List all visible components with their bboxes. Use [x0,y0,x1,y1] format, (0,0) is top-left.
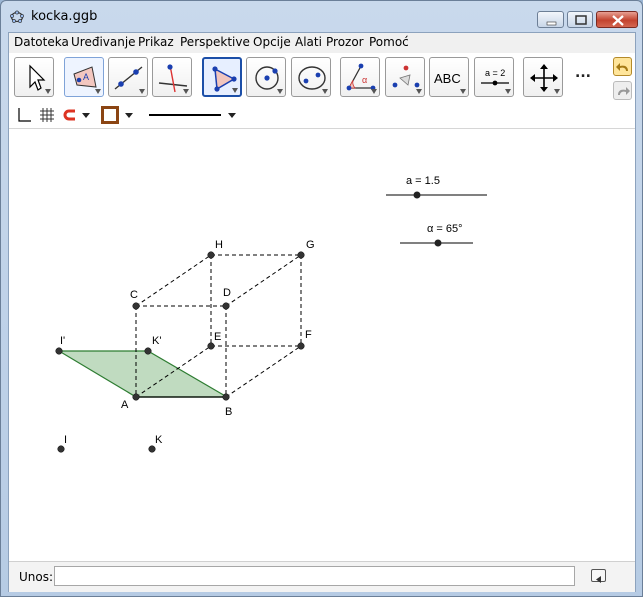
tool-text[interactable]: ABC [429,57,469,97]
input-help-button[interactable] [591,569,606,583]
label-g: G [306,239,315,251]
line-style-icon[interactable] [147,110,223,120]
svg-text:ABC: ABC [434,71,461,86]
undo-button[interactable] [613,57,632,76]
geogebra-app-icon [10,10,24,23]
style-bar [9,101,635,129]
point-e[interactable] [207,342,215,350]
input-label: Unos: [19,570,54,584]
tool-line[interactable] [108,57,148,97]
label-b: B [225,406,232,418]
close-icon [612,15,624,26]
polygon-icon [212,66,237,92]
menu-bar: Datoteka Uređivanje Prikaz Perspektive O… [9,33,635,54]
slider-a-label: a = 1.5 [406,175,440,187]
point-k-prime[interactable] [144,347,152,355]
tool-ellipse[interactable] [291,57,331,97]
graphics-view[interactable]: a = 1.5 α = 65° A B C D E F G H I' K' I … [9,129,635,561]
maximize-button[interactable] [567,11,593,28]
window-title: kocka.ggb [31,9,98,24]
label-c: C [130,289,138,301]
label-i-prime: I' [60,335,65,347]
menu-prikaz[interactable]: Prikaz [138,35,174,49]
label-k-prime: K' [152,335,161,347]
slider-a-handle[interactable] [413,191,421,199]
input-field[interactable] [54,566,575,586]
triangle-left-icon [596,576,601,583]
chevron-down-icon[interactable] [82,113,90,119]
point-a[interactable] [132,393,140,401]
slider-alpha-handle[interactable] [434,239,442,247]
label-d: D [223,287,231,299]
point-d[interactable] [222,302,230,310]
color-picker-icon[interactable] [101,106,119,124]
polygon-projection[interactable] [56,350,230,398]
chevron-down-icon[interactable] [228,113,236,119]
title-bar[interactable]: kocka.ggb [1,1,642,32]
label-i: I [64,434,67,446]
point-c[interactable] [132,302,140,310]
slider-alpha-label: α = 65° [427,223,463,235]
tool-slider[interactable]: a = 2 [474,57,514,97]
tool-move-graphics[interactable] [523,57,563,97]
label-h: H [215,239,223,251]
label-f: F [305,329,312,341]
label-k: K [155,434,163,446]
graphics-canvas[interactable]: a = 1.5 α = 65° A B C D E F G H I' K' I … [9,129,635,561]
minimize-button[interactable] [537,11,564,28]
point-h[interactable] [207,251,215,259]
menu-opcije[interactable]: Opcije [253,35,291,49]
menu-perspektive[interactable]: Perspektive [180,35,250,49]
menu-datoteka[interactable]: Datoteka [14,35,69,49]
redo-button[interactable] [613,81,632,100]
point-i[interactable] [57,445,65,453]
tool-point[interactable]: A [64,57,104,97]
svg-text:α: α [362,75,367,85]
menu-pomoc[interactable]: Pomoć [369,35,409,49]
label-e: E [214,331,221,343]
svg-text:a = 2: a = 2 [485,68,505,78]
point-capture-magnet-icon[interactable] [63,108,77,122]
tool-polygon[interactable] [202,57,242,97]
point-g[interactable] [297,251,305,259]
maximize-icon [575,15,587,25]
menu-prozor[interactable]: Prozor [326,35,364,49]
menu-alati[interactable]: Alati [295,35,322,49]
tool-circle[interactable] [246,57,286,97]
point-b[interactable] [222,393,230,401]
label-a: A [121,399,129,411]
chevron-down-icon[interactable] [125,113,133,119]
input-bar: Unos: [9,561,635,592]
tool-move[interactable] [14,57,54,97]
redo-icon [618,87,630,95]
minimize-icon [546,21,557,26]
tool-bar: A α ABC a = 2 ... [9,53,635,102]
undo-icon [616,63,628,71]
grid-toggle-icon[interactable] [39,107,55,123]
application-window: kocka.ggb Datoteka Uređivanje Prikaz Per… [0,0,643,597]
point-f[interactable] [297,342,305,350]
point-k[interactable] [148,445,156,453]
axes-toggle-icon[interactable] [16,107,32,123]
tool-angle[interactable]: α [340,57,380,97]
svg-text:A: A [83,72,89,82]
tool-reflect-point[interactable] [385,57,425,97]
tool-perpendicular[interactable] [152,57,192,97]
close-button[interactable] [596,11,638,28]
app-client-area: Datoteka Uređivanje Prikaz Perspektive O… [8,32,636,592]
more-tools[interactable]: ... [575,65,591,81]
point-i-prime[interactable] [55,347,63,355]
menu-uredivanje[interactable]: Uređivanje [71,35,136,49]
